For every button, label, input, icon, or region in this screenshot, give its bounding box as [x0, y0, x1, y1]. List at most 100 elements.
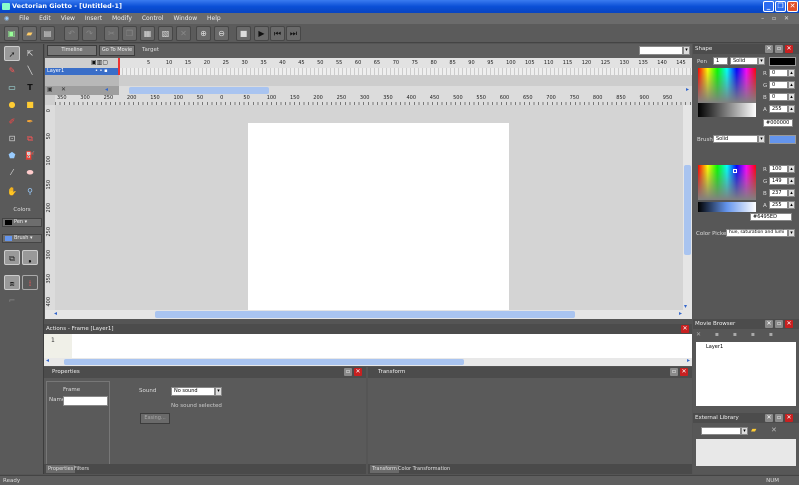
forward-end-icon[interactable]: ⏭	[286, 26, 301, 41]
actions-hscroll[interactable]: ◂ ▸	[44, 357, 692, 366]
shape-pin-icon[interactable]: ▫	[775, 45, 783, 53]
stage-vscroll-down-icon[interactable]: ▾	[684, 303, 687, 310]
pen-color-button[interactable]: Pen ▾	[2, 218, 42, 227]
pen-lum-bar[interactable]	[698, 103, 756, 117]
default-colors-icon[interactable]: ❟	[22, 250, 38, 265]
frames-scroll-right-icon[interactable]: ▸	[686, 86, 689, 93]
stage-hscroll-left-icon[interactable]: ◂	[54, 310, 57, 317]
shape-menu-icon[interactable]: ✕	[765, 45, 773, 53]
external-library-select-arrow[interactable]: ▾	[741, 427, 748, 435]
brush-lum-bar[interactable]	[698, 202, 756, 212]
rewind-icon[interactable]: ⏮	[270, 26, 285, 41]
brush-color-button[interactable]: Brush ▾	[2, 234, 42, 243]
timeline-tab[interactable]: Timeline	[47, 45, 97, 56]
brush-style-select[interactable]: Solid	[713, 135, 758, 143]
easing-button[interactable]: Easing...	[140, 413, 170, 424]
straighten-icon[interactable]: ⌐	[4, 293, 20, 308]
external-library-select[interactable]	[701, 427, 741, 435]
pencil-icon[interactable]: ✎	[4, 63, 20, 78]
brush-r-spin[interactable]: ▴	[788, 165, 795, 173]
pen-b-input[interactable]: 0	[769, 93, 788, 101]
layer-visibility-icons[interactable]: ▣▥▢	[91, 59, 108, 66]
target-dropdown[interactable]	[639, 46, 683, 55]
square-icon[interactable]: ■	[22, 97, 38, 112]
new-file-icon[interactable]: ▣	[4, 26, 19, 41]
go-to-movie-button[interactable]: Go To Movie	[99, 45, 135, 56]
paste-special-icon[interactable]: ▧	[158, 26, 173, 41]
pen-a-spin[interactable]: ▴	[788, 105, 795, 113]
stage-hscroll[interactable]: ◂ ▸	[45, 310, 692, 319]
copy-icon[interactable]: ❐	[122, 26, 137, 41]
cut-icon[interactable]: ✂	[104, 26, 119, 41]
smooth-icon[interactable]: ⁞	[22, 275, 38, 290]
brush-a-spin[interactable]: ▴	[788, 201, 795, 209]
undo-icon[interactable]: ↶	[64, 26, 79, 41]
frames-hscroll[interactable]: ▸	[119, 86, 692, 95]
play-icon[interactable]: ▶	[254, 26, 269, 41]
brush-style-arrow[interactable]: ▾	[758, 135, 765, 143]
brush-hex-input[interactable]: #6495ED	[750, 213, 792, 221]
actions-close-icon[interactable]: ✕	[681, 325, 689, 333]
magnifier-icon[interactable]: ⚲	[22, 184, 38, 199]
frames-scroll-thumb[interactable]	[129, 87, 269, 94]
color-picker-mode-arrow[interactable]: ▾	[788, 229, 795, 237]
movie-browser-menu-icon[interactable]: ✕	[765, 320, 773, 328]
actions-scroll-thumb[interactable]	[64, 359, 464, 365]
menu-control[interactable]: Control	[138, 13, 168, 24]
pen-g-input[interactable]: 0	[769, 81, 788, 89]
actions-editor[interactable]: 1	[44, 334, 692, 358]
close-library-icon[interactable]: ✕	[771, 426, 777, 434]
eyedropper-icon[interactable]: ⁄	[4, 165, 20, 180]
menu-view[interactable]: View	[57, 13, 79, 24]
dropper-icon[interactable]: ✒	[22, 114, 38, 129]
zoom-in-icon[interactable]: ⊕	[196, 26, 211, 41]
properties-pin-icon[interactable]: ▫	[344, 368, 352, 376]
menu-modify[interactable]: Modify	[108, 13, 136, 24]
line-icon[interactable]: ╲	[22, 63, 38, 78]
lasso-icon[interactable]: ⧉	[22, 131, 38, 146]
color-picker-mode-select[interactable]: hue, saturation and lumi	[726, 229, 788, 237]
properties-close-icon[interactable]: ✕	[354, 368, 362, 376]
menu-file[interactable]: File	[15, 13, 33, 24]
stage-area[interactable]	[55, 105, 683, 310]
layer-row[interactable]: Layer1 • • ▪	[45, 68, 119, 75]
swap-colors-icon[interactable]: ⧉	[4, 250, 20, 265]
brush-g-input[interactable]: 149	[769, 177, 788, 185]
brush-color-preview[interactable]	[769, 135, 796, 144]
maximize-button[interactable]: ❐	[775, 1, 786, 12]
ellipse-icon[interactable]: ●	[4, 97, 20, 112]
brush-b-input[interactable]: 237	[769, 189, 788, 197]
stage-hscroll-right-icon[interactable]: ▸	[679, 310, 682, 317]
pen-style-select[interactable]: Solid	[730, 57, 758, 65]
save-icon[interactable]: ▤	[40, 26, 55, 41]
frame-name-input[interactable]	[63, 396, 108, 406]
external-library-list[interactable]	[696, 439, 796, 466]
movie-browser-tree[interactable]: Layer1	[696, 342, 796, 406]
tab-properties[interactable]: Properties	[46, 465, 76, 473]
sound-select-arrow[interactable]: ▾	[215, 387, 222, 396]
pen-hue-picker[interactable]	[698, 68, 756, 103]
pen-r-input[interactable]: 0	[769, 69, 788, 77]
brush-icon[interactable]: ✐	[4, 114, 20, 129]
redo-icon[interactable]: ↷	[82, 26, 97, 41]
brush-hue-picker[interactable]	[698, 165, 756, 200]
pen-hex-input[interactable]: #000000	[763, 119, 793, 127]
target-dropdown-arrow[interactable]: ▾	[683, 46, 690, 55]
menu-edit[interactable]: Edit	[35, 13, 55, 24]
external-library-close-icon[interactable]: ✕	[785, 414, 793, 422]
actions-scroll-right-icon[interactable]: ▸	[687, 357, 690, 364]
stage-canvas[interactable]	[248, 123, 509, 310]
sound-select[interactable]: No sound	[171, 387, 215, 396]
external-library-pin-icon[interactable]: ▫	[775, 414, 783, 422]
delete-icon[interactable]: ✕	[176, 26, 191, 41]
movie-browser-close-icon[interactable]: ✕	[785, 320, 793, 328]
add-layer-icon[interactable]: ▣	[47, 86, 53, 93]
mdi-controls[interactable]: – ▫ ✕	[757, 13, 796, 24]
pen-g-spin[interactable]: ▴	[788, 81, 795, 89]
menu-insert[interactable]: Insert	[81, 13, 106, 24]
transform-pin-icon[interactable]: ▫	[670, 368, 678, 376]
pen-b-spin[interactable]: ▴	[788, 93, 795, 101]
brush-r-input[interactable]: 100	[769, 165, 788, 173]
stage-vscroll[interactable]: ▾	[683, 105, 692, 310]
snap-icon[interactable]: ⧈	[4, 275, 20, 290]
